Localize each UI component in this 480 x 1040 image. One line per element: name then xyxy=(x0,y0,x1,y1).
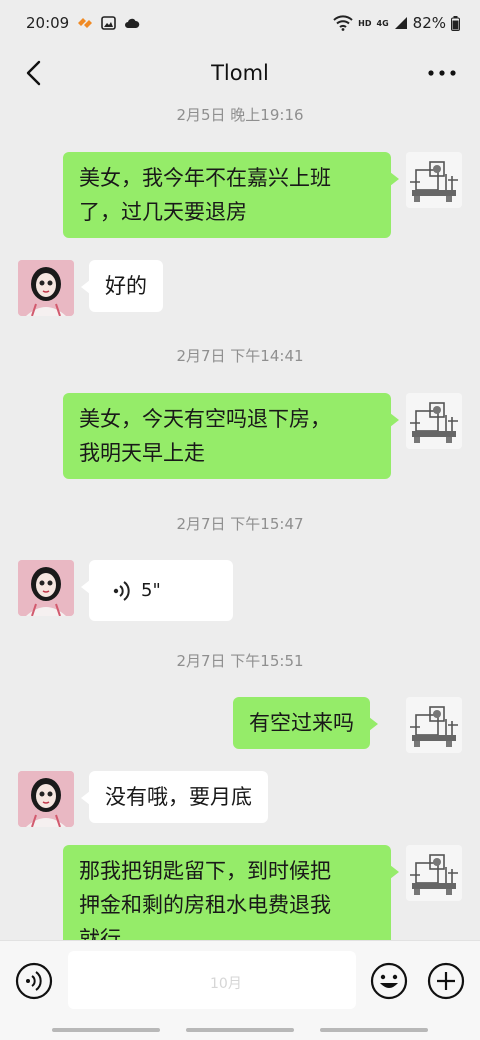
message-bubble-received[interactable]: 好的 xyxy=(81,260,163,312)
voice-input-icon xyxy=(15,962,53,1000)
contact-avatar[interactable] xyxy=(18,771,74,827)
machine-avatar-image xyxy=(406,393,462,449)
back-button[interactable] xyxy=(16,56,50,90)
watermark-text: 10月 xyxy=(210,976,242,992)
timestamp: 2月7日 下午14:41 xyxy=(176,347,304,365)
network-gen-label: 4G xyxy=(376,18,389,28)
message-bubble-sent[interactable]: 美女，我今年不在嘉兴上班 了，过几天要退房 xyxy=(63,152,399,238)
gallery-icon xyxy=(101,16,117,30)
my-avatar[interactable] xyxy=(406,152,462,208)
status-time: 20:09 xyxy=(26,14,70,32)
input-bar: 10月 xyxy=(0,940,480,1020)
notification-app-icon xyxy=(78,18,93,28)
status-bar: 20:09 HD 4G 82% xyxy=(0,0,480,46)
plus-icon xyxy=(427,962,465,1000)
message-bubble-sent[interactable]: 有空过来吗 xyxy=(233,697,378,749)
voice-duration: 5" xyxy=(141,579,161,601)
girl-avatar-image xyxy=(18,260,74,316)
my-avatar[interactable] xyxy=(406,697,462,753)
my-avatar[interactable] xyxy=(406,393,462,449)
message-bubble-received[interactable]: 没有哦，要月底 xyxy=(81,771,268,823)
machine-avatar-image xyxy=(406,697,462,753)
girl-avatar-image xyxy=(18,560,74,616)
timestamp: 2月7日 下午15:47 xyxy=(176,515,304,533)
network-hd-label: HD xyxy=(358,18,372,28)
battery-icon xyxy=(451,15,460,31)
more-button[interactable] xyxy=(424,56,460,90)
more-functions-button[interactable] xyxy=(426,961,466,1001)
contact-avatar[interactable] xyxy=(18,560,74,616)
nav-home[interactable] xyxy=(186,1028,294,1032)
system-nav-bar xyxy=(0,1020,480,1040)
chat-header: Tloml xyxy=(0,46,480,100)
more-dots-icon xyxy=(428,70,456,76)
machine-avatar-image xyxy=(406,152,462,208)
voice-input-button[interactable] xyxy=(14,961,54,1001)
message-bubble-sent[interactable]: 美女，今天有空吗退下房， 我明天早上走 xyxy=(63,393,399,479)
wifi-icon xyxy=(333,15,353,31)
cloud-icon xyxy=(125,18,140,28)
timestamp: 2月7日 下午15:51 xyxy=(176,652,304,670)
message-bubble-sent[interactable]: 那我把钥匙留下，到时候把 押金和剩的房租水电费退我 就行 xyxy=(63,845,399,940)
nav-recent-apps[interactable] xyxy=(52,1028,160,1032)
signal-icon xyxy=(394,17,407,29)
contact-avatar[interactable] xyxy=(18,260,74,316)
battery-percent: 82% xyxy=(412,14,446,32)
chat-title: Tloml xyxy=(211,61,269,85)
machine-avatar-image xyxy=(406,845,462,901)
girl-avatar-image xyxy=(18,771,74,827)
emoji-icon xyxy=(370,962,408,1000)
voice-message-bubble[interactable]: 5" xyxy=(81,560,233,621)
voice-wave-icon xyxy=(113,580,130,601)
chevron-left-icon xyxy=(26,60,41,86)
emoji-button[interactable] xyxy=(369,961,409,1001)
my-avatar[interactable] xyxy=(406,845,462,901)
message-list[interactable]: 2月5日 晚上19:16 美女，我今年不在嘉兴上班 了，过几天要退房 好的 2月… xyxy=(0,100,480,940)
nav-back[interactable] xyxy=(320,1028,428,1032)
timestamp: 2月5日 晚上19:16 xyxy=(176,106,304,124)
